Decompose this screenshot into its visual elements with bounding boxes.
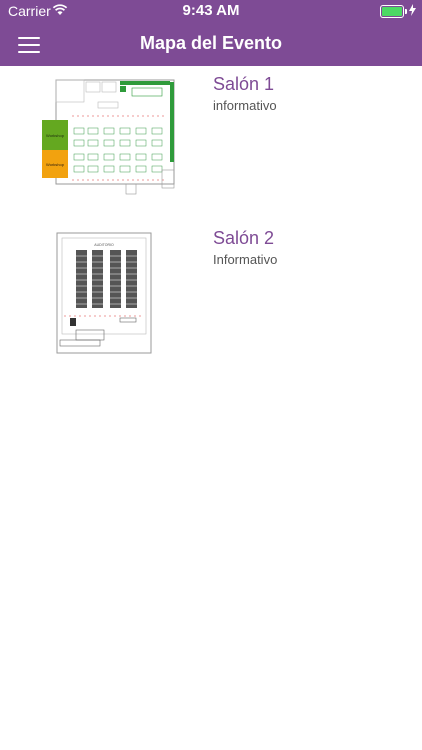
room-description: Informativo	[213, 252, 278, 267]
room-name: Salón 1	[213, 74, 275, 94]
room-item-2[interactable]: AUDITORIO Salón 2 Informativo	[0, 220, 422, 370]
room-name: Salón 2	[213, 228, 275, 248]
workshop-label: Workshop	[46, 162, 65, 167]
navigation-bar: Mapa del Evento	[0, 22, 422, 66]
charging-icon	[409, 4, 416, 16]
room-item-1[interactable]: Workshop Workshop Salón 1 informativo	[0, 66, 422, 216]
app-header: Carrier 9:43 AM Mapa del Evento	[0, 0, 422, 66]
room-2-map-thumbnail: AUDITORIO	[56, 232, 152, 354]
auditorio-label: AUDITORIO	[94, 243, 114, 247]
room-description: informativo	[213, 98, 277, 113]
status-bar: Carrier 9:43 AM	[0, 0, 422, 22]
battery-icon	[380, 5, 407, 18]
status-time: 9:43 AM	[182, 2, 240, 19]
room-1-map-thumbnail: Workshop Workshop	[42, 79, 175, 195]
workshop-label: Workshop	[46, 133, 65, 138]
page-title: Mapa del Evento	[139, 33, 283, 53]
